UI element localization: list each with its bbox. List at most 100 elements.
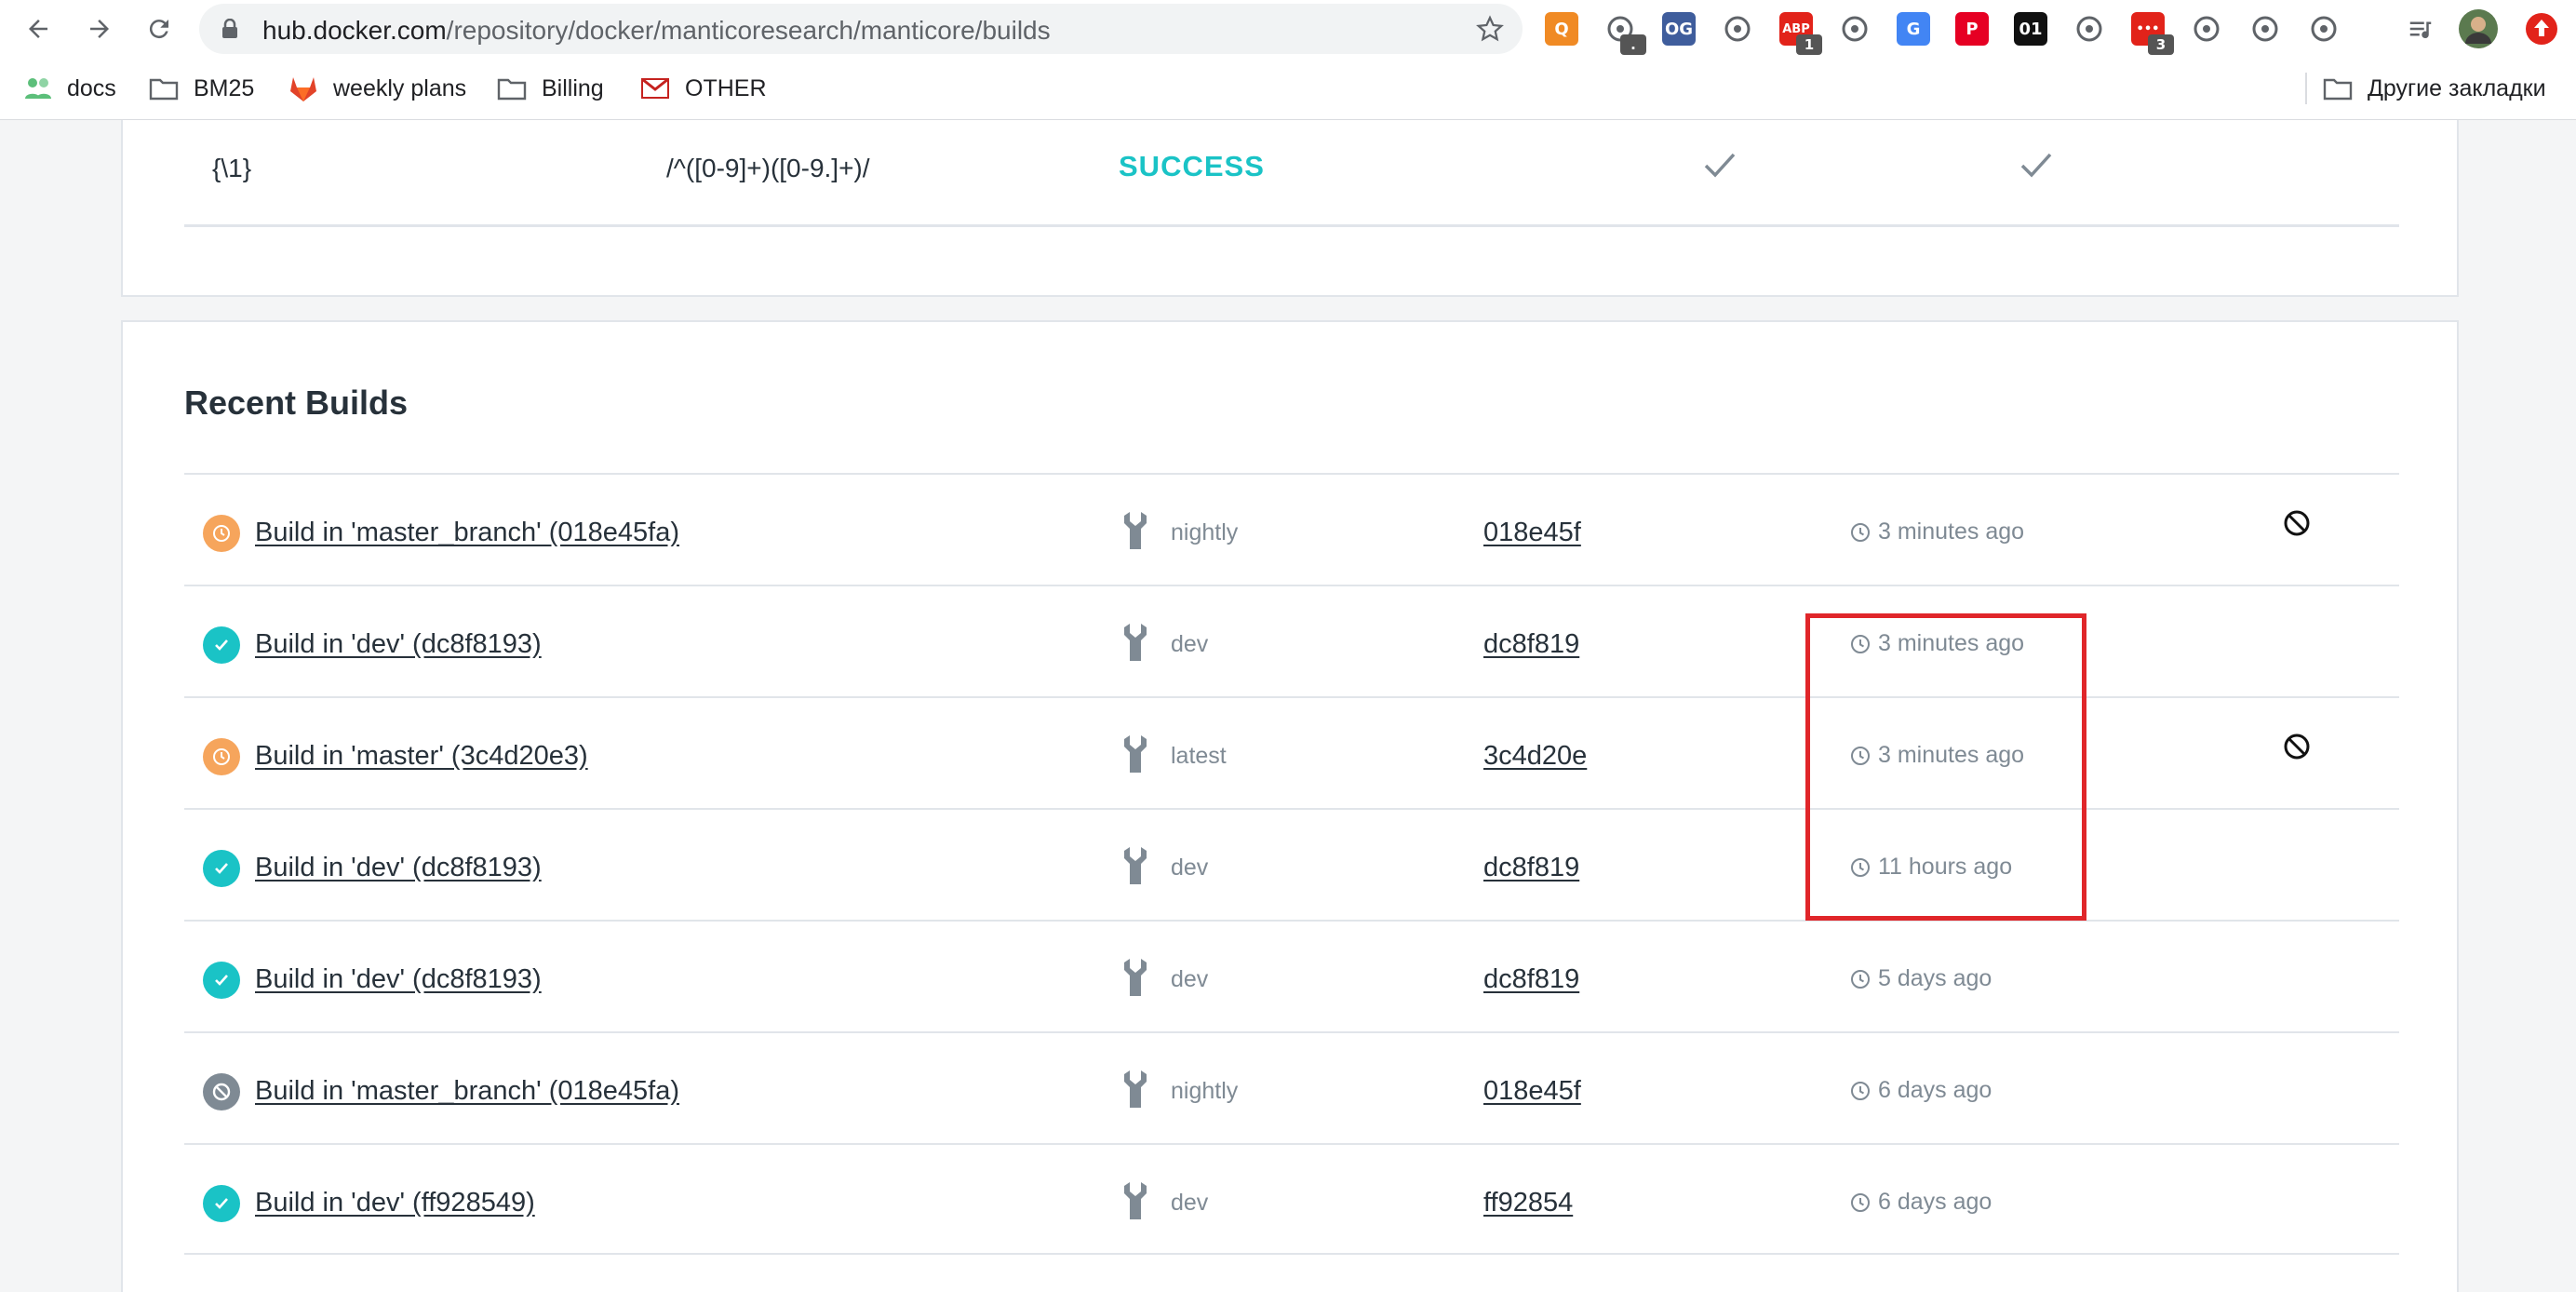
bookmark-bm25[interactable]: BM25 <box>149 71 254 106</box>
rule-docker-tag: {\1} <box>212 154 252 182</box>
bookmarks-separator <box>2305 73 2307 104</box>
update-arrow-icon <box>2526 13 2557 45</box>
profile-avatar[interactable] <box>2457 7 2500 50</box>
build-row: Build in 'master' (3c4d20e3) latest 3c4d20… <box>184 696 2399 808</box>
commit-link[interactable]: 018e45f <box>1483 1076 1581 1107</box>
bookmarks-bar: docs BM25 weekly plans Billing OTHER Дру… <box>0 58 2576 120</box>
extension-label: OG <box>1664 19 1694 39</box>
build-rules-card: {\1} /^([0-9]+)([0-9.]+)/ SUCCESS <box>121 120 2459 297</box>
build-link[interactable]: Build in 'master_branch' (018e45fa) <box>255 1076 679 1107</box>
reload-button[interactable] <box>138 7 181 50</box>
cancel-build-icon[interactable] <box>2282 508 2312 538</box>
commit-link[interactable]: 3c4d20e <box>1483 741 1587 772</box>
status-canceled-icon <box>203 1073 240 1110</box>
checkmark-ext-icon[interactable] <box>1721 12 1754 46</box>
checkmark-icon <box>1704 153 1736 178</box>
og-ext-icon[interactable]: OG <box>1662 12 1696 46</box>
bookmark-label: docs <box>67 74 116 101</box>
url-host: hub.docker.com <box>262 16 447 45</box>
docker-tag: dev <box>1171 855 1209 881</box>
star-icon[interactable] <box>1476 15 1504 43</box>
build-time: 3 minutes ago <box>1878 630 2025 656</box>
wrench-icon <box>1124 847 1147 884</box>
build-row: Build in 'dev' (ff928549) dev ff92854 6 day… <box>184 1143 2399 1255</box>
bookmark-label: OTHER <box>685 74 767 101</box>
status-success-icon <box>203 626 240 664</box>
rule-source-regex: /^([0-9]+)([0-9.]+)/ <box>666 154 870 182</box>
build-row: Build in 'master_branch' (018e45fa) night… <box>184 473 2399 585</box>
build-link[interactable]: Build in 'dev' (dc8f8193) <box>255 629 542 660</box>
extension-badge: 1 <box>1796 34 1822 55</box>
clock-icon <box>1851 747 1870 765</box>
docker-tag: nightly <box>1171 519 1239 545</box>
globe-ext-icon[interactable] <box>2073 12 2106 46</box>
checkmark-icon <box>2020 153 2052 178</box>
bookmark-docs[interactable]: docs <box>24 71 116 106</box>
search-ext-icon[interactable]: Q <box>1545 12 1578 46</box>
url-text: hub.docker.com/repository/docker/mantico… <box>262 16 1051 46</box>
reload-icon <box>149 20 168 39</box>
clock-icon <box>1851 635 1870 653</box>
chick-ext-icon[interactable] <box>2248 12 2282 46</box>
camera-ext-icon[interactable] <box>1838 12 1872 46</box>
wrench-icon <box>1124 1070 1147 1108</box>
gear-ext-icon[interactable] <box>2307 12 2341 46</box>
build-row: Build in 'dev' (dc8f8193) dev dc8f819 3 min… <box>184 585 2399 696</box>
extension-label: G <box>1906 19 1921 39</box>
address-bar[interactable]: hub.docker.com/repository/docker/mantico… <box>199 4 1523 54</box>
eyedropper-ext-icon[interactable]: . <box>1603 12 1646 55</box>
commit-link[interactable]: dc8f819 <box>1483 853 1579 883</box>
clock-icon <box>1851 1082 1870 1100</box>
wrench-icon <box>1124 512 1147 549</box>
folder-icon <box>497 76 527 101</box>
clock-icon <box>1851 523 1870 542</box>
extension-label: P <box>1966 19 1979 39</box>
commit-link[interactable]: ff92854 <box>1483 1188 1573 1218</box>
commit-link[interactable]: 018e45f <box>1483 518 1581 548</box>
wrench-icon <box>1124 624 1147 661</box>
bookmark-other[interactable]: OTHER <box>640 71 767 106</box>
arrow-left-icon <box>29 20 47 38</box>
builds-list: Build in 'master_branch' (018e45fa) night… <box>184 473 2399 1255</box>
extension-label: Q <box>1554 19 1569 39</box>
build-time: 6 days ago <box>1878 1077 1992 1103</box>
back-button[interactable] <box>17 7 60 50</box>
build-link[interactable]: Build in 'master' (3c4d20e3) <box>255 741 588 772</box>
adblock-ext-icon[interactable]: ABP 1 <box>1779 12 1822 55</box>
build-row: Build in 'dev' (dc8f8193) dev dc8f819 11 ho… <box>184 808 2399 920</box>
bookmark-label: BM25 <box>194 74 255 101</box>
update-button[interactable] <box>2520 7 2563 50</box>
commit-link[interactable]: dc8f819 <box>1483 964 1579 995</box>
status-pending-icon <box>203 515 240 552</box>
commit-link[interactable]: dc8f819 <box>1483 629 1579 660</box>
recent-builds-card: Recent Builds Build in 'master_branch' (… <box>121 320 2459 1292</box>
pinterest-ext-icon[interactable]: P <box>1955 12 1989 46</box>
browser-toolbar: hub.docker.com/repository/docker/mantico… <box>0 0 2576 58</box>
build-link[interactable]: Build in 'dev' (dc8f8193) <box>255 964 542 995</box>
folder-icon <box>2323 76 2353 101</box>
url-path: /repository/docker/manticoresearch/manti… <box>446 16 1051 45</box>
bookmark-weekly-plans[interactable]: weekly plans <box>288 71 466 106</box>
translate-ext-icon[interactable]: G <box>1897 12 1930 46</box>
build-link[interactable]: Build in 'master_branch' (018e45fa) <box>255 518 679 548</box>
binary-ext-icon[interactable]: 01 <box>2014 12 2047 46</box>
bookmark-label: weekly plans <box>333 74 467 101</box>
cancel-build-icon[interactable] <box>2282 732 2312 761</box>
forward-button[interactable] <box>78 7 121 50</box>
arrow-right-icon <box>90 20 109 38</box>
rule-status: SUCCESS <box>1119 150 1265 182</box>
gitlab-icon <box>288 74 318 102</box>
docker-tag: dev <box>1171 966 1209 992</box>
build-link[interactable]: Build in 'dev' (ff928549) <box>255 1188 535 1218</box>
gmail-icon <box>640 74 670 102</box>
bookmark-billing[interactable]: Billing <box>497 71 604 106</box>
build-rule-row: {\1} /^([0-9]+)([0-9.]+)/ SUCCESS <box>184 120 2399 227</box>
people-icon <box>24 76 52 101</box>
speed-ext-icon[interactable] <box>2190 12 2223 46</box>
build-row: Build in 'dev' (dc8f8193) dev dc8f819 5 day… <box>184 920 2399 1031</box>
reading-list-button[interactable] <box>2399 7 2442 50</box>
dots-ext-icon[interactable]: ••• 3 <box>2131 12 2174 55</box>
build-link[interactable]: Build in 'dev' (dc8f8193) <box>255 853 542 883</box>
extension-label: 01 <box>2019 19 2043 39</box>
bookmark-other-folder[interactable]: Другие закладки <box>2323 71 2546 106</box>
